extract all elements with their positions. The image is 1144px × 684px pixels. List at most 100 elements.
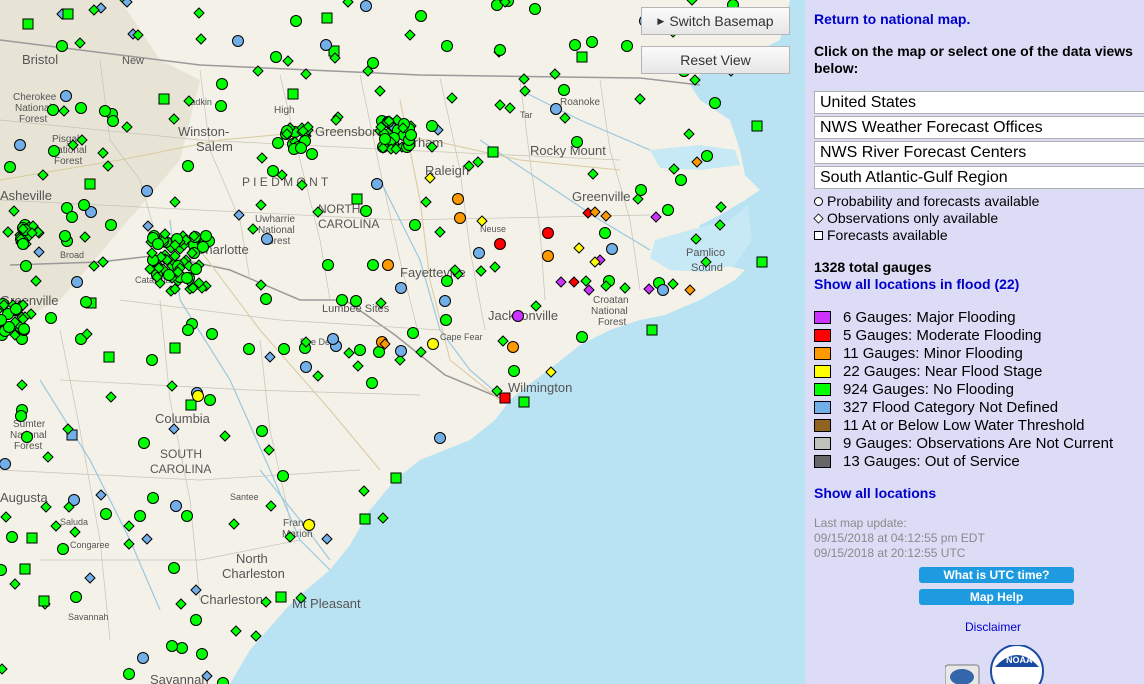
reset-view-button[interactable]: Reset View (641, 46, 790, 74)
return-national-map-link[interactable]: Return to national map. (814, 11, 970, 27)
circle-gauge-marker[interactable] (181, 510, 193, 522)
diamond-gauge-marker[interactable] (589, 206, 601, 218)
diamond-gauge-marker[interactable] (476, 215, 488, 227)
circle-gauge-marker[interactable] (60, 90, 72, 102)
diamond-gauge-marker[interactable] (583, 284, 595, 296)
diamond-gauge-marker[interactable] (168, 423, 180, 435)
diamond-gauge-marker[interactable] (690, 233, 702, 245)
circle-gauge-marker[interactable] (146, 354, 158, 366)
square-gauge-marker[interactable] (351, 193, 363, 205)
circle-gauge-marker[interactable] (434, 432, 446, 444)
circle-gauge-marker[interactable] (354, 344, 366, 356)
circle-gauge-marker[interactable] (415, 10, 427, 22)
square-gauge-marker[interactable] (22, 18, 34, 30)
diamond-gauge-marker[interactable] (123, 520, 135, 532)
diamond-gauge-marker[interactable] (643, 283, 655, 295)
diamond-gauge-marker[interactable] (343, 347, 355, 359)
diamond-gauge-marker[interactable] (228, 518, 240, 530)
circle-gauge-marker[interactable] (441, 40, 453, 52)
diamond-gauge-marker[interactable] (683, 128, 695, 140)
diamond-gauge-marker[interactable] (494, 99, 506, 111)
diamond-gauge-marker[interactable] (634, 93, 646, 105)
diamond-gauge-marker[interactable] (247, 223, 259, 235)
view-nws-rfc[interactable]: NWS River Forecast Centers (814, 141, 1144, 164)
diamond-gauge-marker[interactable] (79, 231, 91, 243)
diamond-gauge-marker[interactable] (549, 68, 561, 80)
diamond-gauge-marker[interactable] (0, 511, 12, 523)
diamond-gauge-marker[interactable] (195, 33, 207, 45)
view-united-states[interactable]: United States (814, 91, 1144, 114)
circle-gauge-marker[interactable] (360, 0, 372, 12)
diamond-gauge-marker[interactable] (375, 297, 387, 309)
diamond-gauge-marker[interactable] (42, 451, 54, 463)
diamond-gauge-marker[interactable] (264, 351, 276, 363)
circle-gauge-marker[interactable] (379, 133, 391, 145)
diamond-gauge-marker[interactable] (668, 163, 680, 175)
circle-gauge-marker[interactable] (176, 642, 188, 654)
circle-gauge-marker[interactable] (190, 263, 202, 275)
diamond-gauge-marker[interactable] (667, 278, 679, 290)
circle-gauge-marker[interactable] (569, 39, 581, 51)
utc-time-button[interactable]: What is UTC time? (919, 567, 1074, 583)
diamond-gauge-marker[interactable] (230, 625, 242, 637)
nws-logo-icon[interactable] (944, 664, 980, 684)
diamond-gauge-marker[interactable] (475, 265, 487, 277)
diamond-gauge-marker[interactable] (530, 300, 542, 312)
diamond-gauge-marker[interactable] (312, 370, 324, 382)
diamond-gauge-marker[interactable] (689, 74, 701, 86)
square-gauge-marker[interactable] (169, 342, 181, 354)
circle-gauge-marker[interactable] (261, 233, 273, 245)
diamond-gauge-marker[interactable] (358, 485, 370, 497)
circle-gauge-marker[interactable] (107, 115, 119, 127)
diamond-gauge-marker[interactable] (84, 572, 96, 584)
diamond-gauge-marker[interactable] (201, 670, 213, 682)
square-gauge-marker[interactable] (38, 595, 50, 607)
diamond-gauge-marker[interactable] (69, 526, 81, 538)
square-gauge-marker[interactable] (26, 532, 38, 544)
circle-gauge-marker[interactable] (256, 425, 268, 437)
diamond-gauge-marker[interactable] (0, 663, 8, 675)
square-gauge-marker[interactable] (390, 472, 402, 484)
circle-gauge-marker[interactable] (507, 341, 519, 353)
map-canvas[interactable]: Bristol New Winston- Salem Durham Raleigh Rock… (0, 0, 805, 684)
square-gauge-marker[interactable] (756, 256, 768, 268)
circle-gauge-marker[interactable] (137, 652, 149, 664)
show-all-locations-link[interactable]: Show all locations (814, 485, 936, 501)
circle-gauge-marker[interactable] (206, 328, 218, 340)
circle-gauge-marker[interactable] (215, 100, 227, 112)
square-gauge-marker[interactable] (19, 563, 31, 575)
circle-gauge-marker[interactable] (10, 303, 22, 315)
circle-gauge-marker[interactable] (15, 410, 27, 422)
circle-gauge-marker[interactable] (200, 230, 212, 242)
diamond-gauge-marker[interactable] (342, 0, 354, 8)
circle-gauge-marker[interactable] (454, 212, 466, 224)
circle-gauge-marker[interactable] (0, 564, 7, 576)
diamond-gauge-marker[interactable] (190, 584, 202, 596)
diamond-gauge-marker[interactable] (260, 596, 272, 608)
square-gauge-marker[interactable] (646, 324, 658, 336)
circle-gauge-marker[interactable] (166, 640, 178, 652)
circle-gauge-marker[interactable] (571, 136, 583, 148)
circle-gauge-marker[interactable] (232, 35, 244, 47)
circle-gauge-marker[interactable] (170, 500, 182, 512)
diamond-gauge-marker[interactable] (714, 219, 726, 231)
circle-gauge-marker[interactable] (18, 323, 30, 335)
gauge-layer[interactable] (0, 0, 805, 684)
diamond-gauge-marker[interactable] (650, 211, 662, 223)
show-flood-locations-link[interactable]: Show all locations in flood (22) (814, 276, 1019, 292)
diamond-gauge-marker[interactable] (40, 501, 52, 513)
circle-gauge-marker[interactable] (181, 272, 193, 284)
diamond-gauge-marker[interactable] (684, 284, 696, 296)
diamond-gauge-marker[interactable] (463, 160, 475, 172)
circle-gauge-marker[interactable] (147, 492, 159, 504)
diamond-gauge-marker[interactable] (374, 85, 386, 97)
circle-gauge-marker[interactable] (66, 211, 78, 223)
circle-gauge-marker[interactable] (621, 40, 633, 52)
diamond-gauge-marker[interactable] (434, 226, 446, 238)
circle-gauge-marker[interactable] (303, 519, 315, 531)
circle-gauge-marker[interactable] (599, 227, 611, 239)
circle-gauge-marker[interactable] (550, 103, 562, 115)
diamond-gauge-marker[interactable] (284, 531, 296, 543)
circle-gauge-marker[interactable] (494, 238, 506, 250)
diamond-gauge-marker[interactable] (686, 0, 698, 6)
